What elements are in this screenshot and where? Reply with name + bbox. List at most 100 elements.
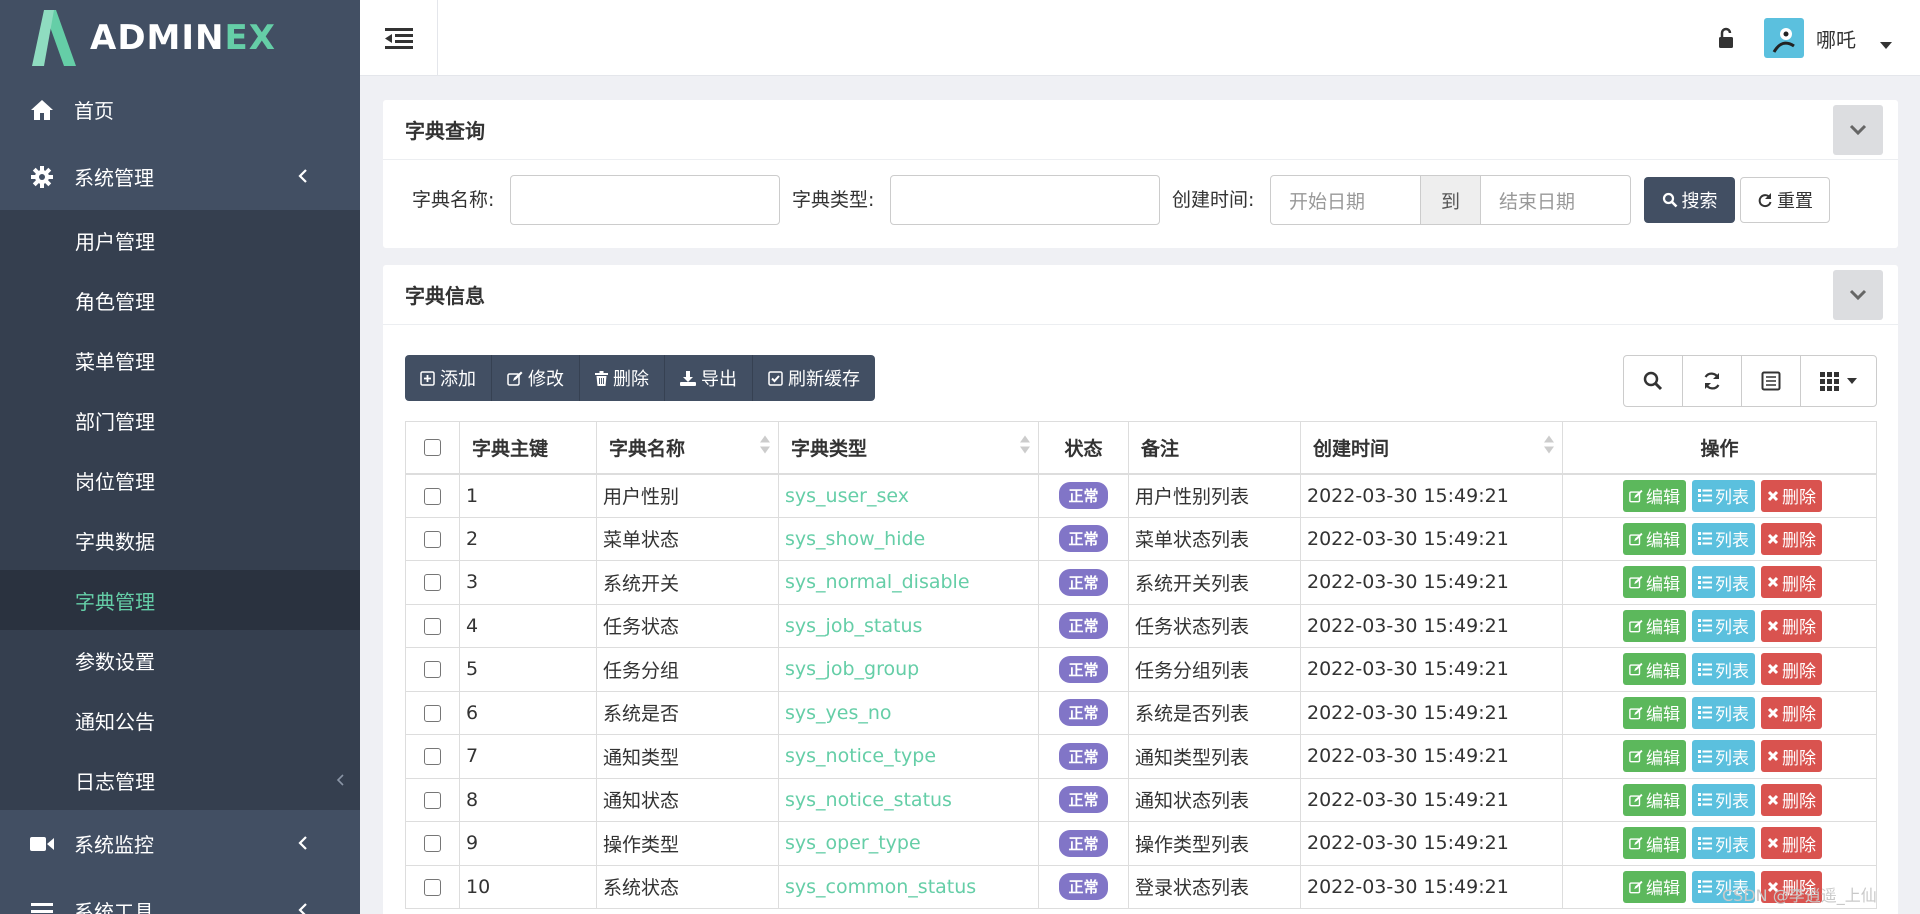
refresh-cache-button[interactable]: 刷新缓存 (753, 355, 875, 401)
cell-type-link[interactable]: sys_normal_disable (778, 560, 1039, 605)
table-row[interactable]: 6 系统是否 sys_yes_no 正常 系统是否列表 2022-03-30 15:49:… (405, 690, 1877, 735)
row-list-button[interactable]: 列表 (1692, 479, 1755, 512)
table-row[interactable]: 8 通知状态 sys_notice_status 正常 通知状态列表 2022-03-30… (405, 777, 1877, 822)
row-edit-button[interactable]: 编辑 (1623, 696, 1686, 729)
row-edit-button[interactable]: 编辑 (1623, 783, 1686, 816)
reset-button[interactable]: 重置 (1740, 177, 1830, 223)
dict-name-input[interactable] (510, 175, 780, 225)
sidebar-item-tools[interactable]: 系统工具 (0, 877, 360, 914)
sidebar-item-role-mgmt[interactable]: 角色管理 (0, 270, 360, 330)
sidebar-item-system-mgmt[interactable]: 系统管理 (0, 143, 360, 210)
row-delete-button[interactable]: 删除 (1761, 522, 1822, 555)
add-button[interactable]: 添加 (405, 355, 492, 401)
table-row[interactable]: 5 任务分组 sys_job_group 正常 任务分组列表 2022-03-30 15:… (405, 647, 1877, 692)
row-delete-button[interactable]: 删除 (1761, 783, 1822, 816)
row-checkbox-cell[interactable] (405, 473, 460, 518)
row-delete-button[interactable]: 删除 (1761, 653, 1822, 686)
cell-type-link[interactable]: sys_job_group (778, 647, 1039, 692)
dict-type-input[interactable] (890, 175, 1160, 225)
cell-type-link[interactable]: sys_yes_no (778, 690, 1039, 735)
table-row[interactable]: 3 系统开关 sys_normal_disable 正常 系统开关列表 2022-03-3… (405, 560, 1877, 605)
row-checkbox[interactable] (424, 791, 441, 809)
sidebar-item-notice[interactable]: 通知公告 (0, 690, 360, 750)
sidebar-toggle-button[interactable] (360, 0, 438, 76)
toggle-search-button[interactable] (1624, 356, 1683, 406)
caret-down-icon[interactable] (1880, 35, 1892, 54)
row-checkbox-cell[interactable] (405, 560, 460, 605)
row-list-button[interactable]: 列表 (1692, 653, 1755, 686)
row-checkbox[interactable] (424, 748, 441, 766)
table-row[interactable]: 1 用户性别 sys_user_sex 正常 用户性别列表 2022-03-30 15:4… (405, 473, 1877, 518)
export-button[interactable]: 导出 (665, 355, 753, 401)
row-checkbox-cell[interactable] (405, 734, 460, 779)
row-list-button[interactable]: 列表 (1692, 609, 1755, 642)
table-row[interactable]: 7 通知类型 sys_notice_type 正常 通知类型列表 2022-03-30 1… (405, 734, 1877, 779)
row-list-button[interactable]: 列表 (1692, 566, 1755, 599)
sidebar-item-log-mgmt[interactable]: 日志管理 (0, 750, 360, 810)
sidebar-item-dict-data[interactable]: 字典数据 (0, 510, 360, 570)
table-row[interactable]: 4 任务状态 sys_job_status 正常 任务状态列表 2022-03-30 15… (405, 603, 1877, 648)
row-delete-button[interactable]: 删除 (1761, 609, 1822, 642)
row-list-button[interactable]: 列表 (1692, 827, 1755, 860)
row-edit-button[interactable]: 编辑 (1623, 827, 1686, 860)
sidebar-item-dept-mgmt[interactable]: 部门管理 (0, 390, 360, 450)
row-edit-button[interactable]: 编辑 (1623, 522, 1686, 555)
table-row[interactable]: 2 菜单状态 sys_show_hide 正常 菜单状态列表 2022-03-30 15:… (405, 516, 1877, 561)
table-row[interactable]: 10 系统状态 sys_common_status 正常 登录状态列表 2022-03-3… (405, 864, 1877, 909)
row-delete-button[interactable]: 删除 (1761, 740, 1822, 773)
cell-type-link[interactable]: sys_notice_status (778, 777, 1039, 822)
brand-logo[interactable]: ADMINEX (0, 0, 360, 76)
row-checkbox-cell[interactable] (405, 821, 460, 866)
cell-type-link[interactable]: sys_oper_type (778, 821, 1039, 866)
collapse-button[interactable] (1833, 270, 1883, 320)
lock-screen-button[interactable] (1713, 24, 1739, 52)
toggle-view-button[interactable] (1742, 356, 1801, 406)
row-checkbox-cell[interactable] (405, 690, 460, 735)
row-checkbox[interactable] (424, 617, 441, 635)
row-checkbox-cell[interactable] (405, 516, 460, 561)
cell-type-link[interactable]: sys_notice_type (778, 734, 1039, 779)
row-checkbox[interactable] (424, 835, 441, 853)
row-checkbox[interactable] (424, 661, 441, 679)
sidebar-item-home[interactable]: 首页 (0, 76, 360, 143)
columns-toggle-button[interactable] (1801, 356, 1876, 406)
collapse-button[interactable] (1833, 105, 1883, 155)
cell-type-link[interactable]: sys_show_hide (778, 516, 1039, 561)
row-checkbox-cell[interactable] (405, 777, 460, 822)
avatar[interactable] (1764, 18, 1804, 58)
end-date-input[interactable]: 结束日期 (1481, 176, 1630, 224)
row-list-button[interactable]: 列表 (1692, 522, 1755, 555)
edit-button[interactable]: 修改 (492, 355, 580, 401)
row-checkbox-cell[interactable] (405, 603, 460, 648)
row-edit-button[interactable]: 编辑 (1623, 653, 1686, 686)
refresh-table-button[interactable] (1683, 356, 1742, 406)
delete-button[interactable]: 删除 (580, 355, 665, 401)
sidebar-item-post-mgmt[interactable]: 岗位管理 (0, 450, 360, 510)
row-list-button[interactable]: 列表 (1692, 740, 1755, 773)
select-all-checkbox[interactable] (424, 439, 441, 457)
row-checkbox[interactable] (424, 574, 441, 592)
row-checkbox-cell[interactable] (405, 864, 460, 909)
row-list-button[interactable]: 列表 (1692, 696, 1755, 729)
row-edit-button[interactable]: 编辑 (1623, 740, 1686, 773)
row-checkbox[interactable] (424, 487, 441, 505)
row-edit-button[interactable]: 编辑 (1623, 479, 1686, 512)
cell-type-link[interactable]: sys_job_status (778, 603, 1039, 648)
col-header-type[interactable]: 字典类型 (778, 421, 1039, 475)
sidebar-item-monitor[interactable]: 系统监控 (0, 810, 360, 877)
row-edit-button[interactable]: 编辑 (1623, 609, 1686, 642)
row-delete-button[interactable]: 删除 (1761, 479, 1822, 512)
row-delete-button[interactable]: 删除 (1761, 696, 1822, 729)
search-button[interactable]: 搜索 (1644, 177, 1735, 223)
cell-type-link[interactable]: sys_user_sex (778, 473, 1039, 518)
row-checkbox[interactable] (424, 530, 441, 548)
col-header-created[interactable]: 创建时间 (1300, 421, 1563, 475)
col-header-name[interactable]: 字典名称 (596, 421, 779, 475)
sidebar-item-dict-mgmt[interactable]: 字典管理 (0, 570, 360, 630)
table-row[interactable]: 9 操作类型 sys_oper_type 正常 操作类型列表 2022-03-30 15:… (405, 821, 1877, 866)
row-checkbox[interactable] (424, 878, 441, 896)
cell-type-link[interactable]: sys_common_status (778, 864, 1039, 909)
start-date-input[interactable]: 开始日期 (1271, 176, 1420, 224)
row-delete-button[interactable]: 删除 (1761, 827, 1822, 860)
user-name[interactable]: 哪吒 (1816, 24, 1856, 53)
